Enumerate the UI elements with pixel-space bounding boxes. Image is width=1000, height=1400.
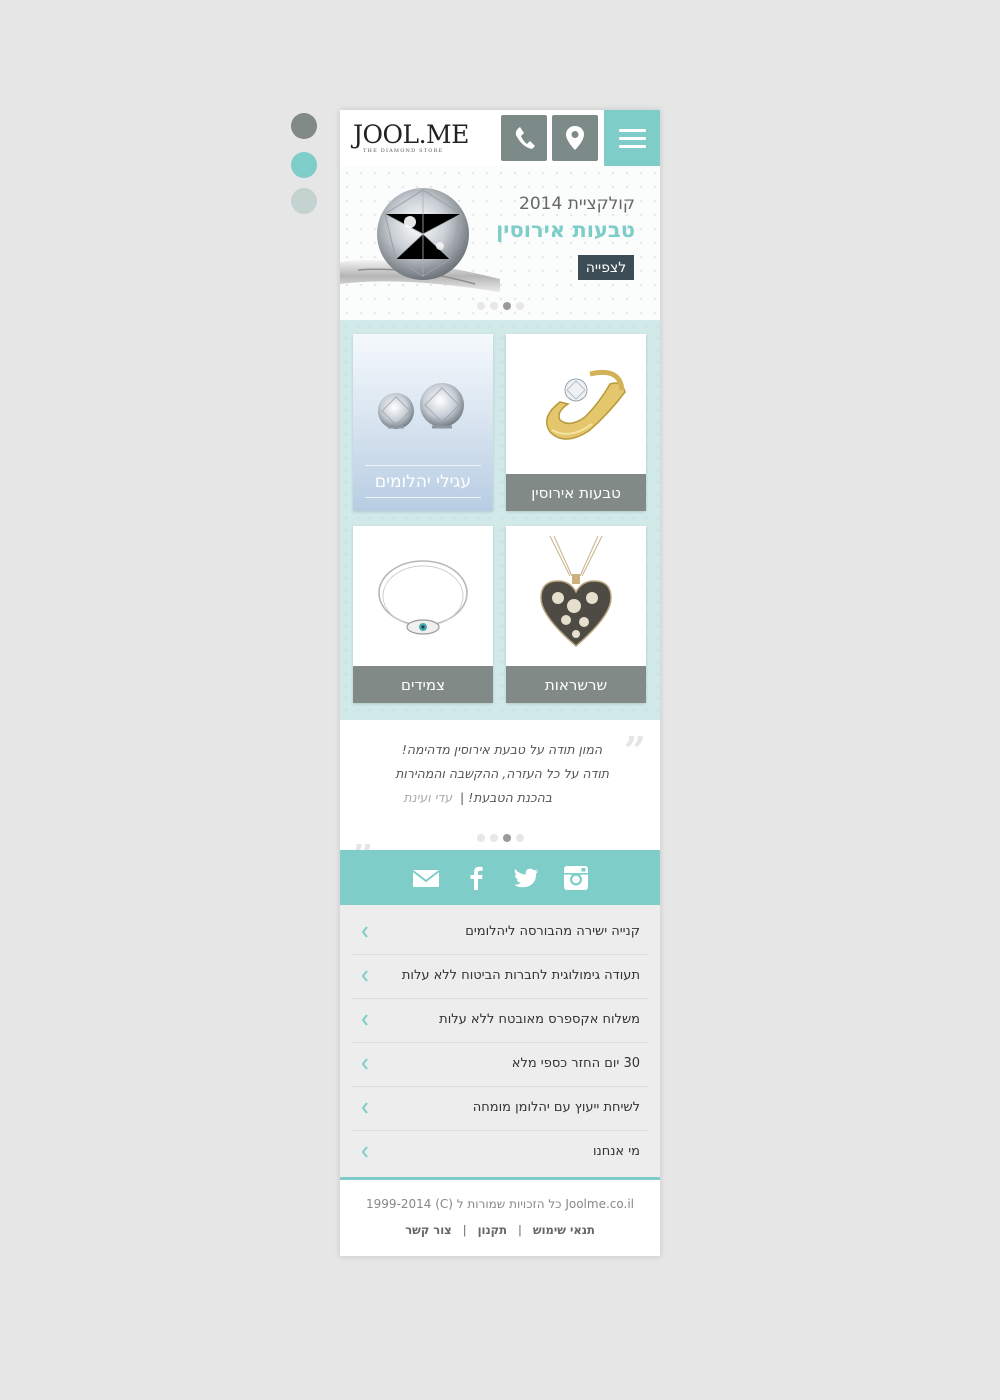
pager-dot-active[interactable] — [503, 302, 511, 310]
category-label: טבעות אירוסין — [506, 474, 646, 511]
testimonial-text: בהכנת הטבעת! — [468, 790, 552, 805]
pager-dot[interactable] — [490, 302, 498, 310]
category-bracelets[interactable]: צמידים — [353, 526, 493, 703]
list-item-label: תעודה גימולוגית לחברות הביטוח ללא עלות — [401, 968, 640, 983]
pager-dot[interactable] — [516, 302, 524, 310]
regulations-link[interactable]: תקנון — [478, 1223, 507, 1237]
diamond-ring-image — [340, 188, 500, 292]
category-engagement-rings[interactable]: טבעות אירוסין — [506, 334, 646, 511]
swatch-light-gray — [291, 188, 317, 214]
category-diamond-earrings[interactable]: עגילי יהלומים — [353, 334, 493, 511]
list-item[interactable]: תעודה גימולוגית לחברות הביטוח ללא עלות — [352, 955, 648, 999]
list-item-label: מי אנחנו — [592, 1144, 640, 1159]
swatch-teal — [291, 152, 317, 178]
logo-text: JOOL.ME — [353, 120, 469, 149]
testimonial-author: עדי ועינת — [403, 790, 453, 805]
chevron-left-icon — [361, 1102, 368, 1114]
pager-dot[interactable] — [477, 834, 485, 842]
swatch-gray — [291, 113, 317, 139]
list-item[interactable]: 30 יום החזר כספי מלא — [352, 1043, 648, 1087]
location-button[interactable] — [552, 115, 598, 161]
hero-banner[interactable]: קולקציית 2014 טבעות אירוסין לצפייה — [340, 166, 660, 320]
category-label: עגילי יהלומים — [365, 465, 481, 498]
info-list: קנייה ישירה מהבורסה ליהלומים תעודה גימול… — [340, 905, 660, 1180]
terms-of-use-link[interactable]: תנאי שימוש — [533, 1223, 595, 1237]
logo[interactable]: JOOL.ME THE DIAMOND STORE — [353, 120, 469, 155]
list-item-label: לשיחת ייעוץ עם יהלומן מומחה — [472, 1100, 640, 1115]
phone-icon — [515, 127, 535, 149]
social-bar — [340, 850, 660, 905]
chevron-left-icon — [361, 926, 368, 938]
banner-pager — [477, 302, 524, 310]
footer: 1999-2014 (C) כל הזכויות שמורות ל Joolme… — [340, 1180, 660, 1256]
location-pin-icon — [566, 126, 584, 150]
list-item-label: 30 יום החזר כספי מלא — [511, 1056, 640, 1071]
testimonial-separator: | — [460, 790, 465, 805]
banner-title: טבעות אירוסין — [496, 218, 635, 242]
email-icon[interactable] — [412, 864, 440, 892]
list-item-label: משלוח אקספרס מאובטח ללא עלות — [439, 1012, 640, 1027]
hamburger-menu-icon[interactable] — [604, 110, 660, 166]
quote-open-icon: ” — [624, 728, 646, 773]
pager-dot[interactable] — [490, 834, 498, 842]
footer-links: תנאי שימוש | תקנון | צור קשר — [340, 1223, 660, 1237]
testimonial-line: בהכנת הטבעת! | עדי ועינת — [403, 790, 552, 805]
banner-subtitle: קולקציית 2014 — [519, 194, 635, 214]
testimonial: ” המון תודה על טבעת אירוסין מדהימה! תודה… — [340, 720, 660, 856]
category-grid: טבעות אירוסין עגילי יהלומים שרשראות צמיד… — [340, 320, 660, 720]
link-separator: | — [462, 1223, 467, 1237]
list-item[interactable]: משלוח אקספרס מאובטח ללא עלות — [352, 999, 648, 1043]
list-item[interactable]: מי אנחנו — [352, 1131, 648, 1174]
testimonial-line: תודה על כל העזרה, ההקשבה והמהירות — [395, 766, 609, 781]
chevron-left-icon — [361, 1058, 368, 1070]
testimonial-line: המון תודה על טבעת אירוסין מדהימה! — [401, 742, 602, 757]
call-button[interactable] — [501, 115, 547, 161]
testimonial-pager — [477, 834, 524, 842]
mobile-page: JOOL.ME THE DIAMOND STORE קולקציית 2014 … — [340, 110, 660, 1256]
link-separator: | — [518, 1223, 522, 1237]
chevron-left-icon — [361, 1146, 368, 1158]
contact-link[interactable]: צור קשר — [405, 1223, 452, 1237]
instagram-icon[interactable] — [562, 864, 590, 892]
list-item[interactable]: קנייה ישירה מהבורסה ליהלומים — [352, 911, 648, 955]
gold-ring-image — [545, 369, 626, 440]
pager-dot[interactable] — [516, 834, 524, 842]
list-item-label: קנייה ישירה מהבורסה ליהלומים — [465, 924, 640, 939]
chevron-left-icon — [361, 1014, 368, 1026]
category-label: שרשראות — [506, 666, 646, 703]
view-collection-button[interactable]: לצפייה — [578, 255, 634, 280]
category-necklaces[interactable]: שרשראות — [506, 526, 646, 703]
facebook-icon[interactable] — [462, 864, 490, 892]
logo-tagline: THE DIAMOND STORE — [363, 148, 444, 154]
copyright-text: 1999-2014 (C) כל הזכויות שמורות ל Joolme… — [366, 1197, 634, 1211]
pager-dot[interactable] — [477, 302, 485, 310]
chevron-left-icon — [361, 970, 368, 982]
evil-eye-bracelet-image — [378, 560, 468, 635]
category-label: צמידים — [353, 666, 493, 703]
list-item[interactable]: לשיחת ייעוץ עם יהלומן מומחה — [352, 1087, 648, 1131]
diamond-earrings-image — [378, 383, 464, 429]
pager-dot-active[interactable] — [503, 834, 511, 842]
heart-pendant-image — [540, 536, 612, 647]
header: JOOL.ME THE DIAMOND STORE — [340, 110, 660, 166]
twitter-icon[interactable] — [512, 864, 540, 892]
